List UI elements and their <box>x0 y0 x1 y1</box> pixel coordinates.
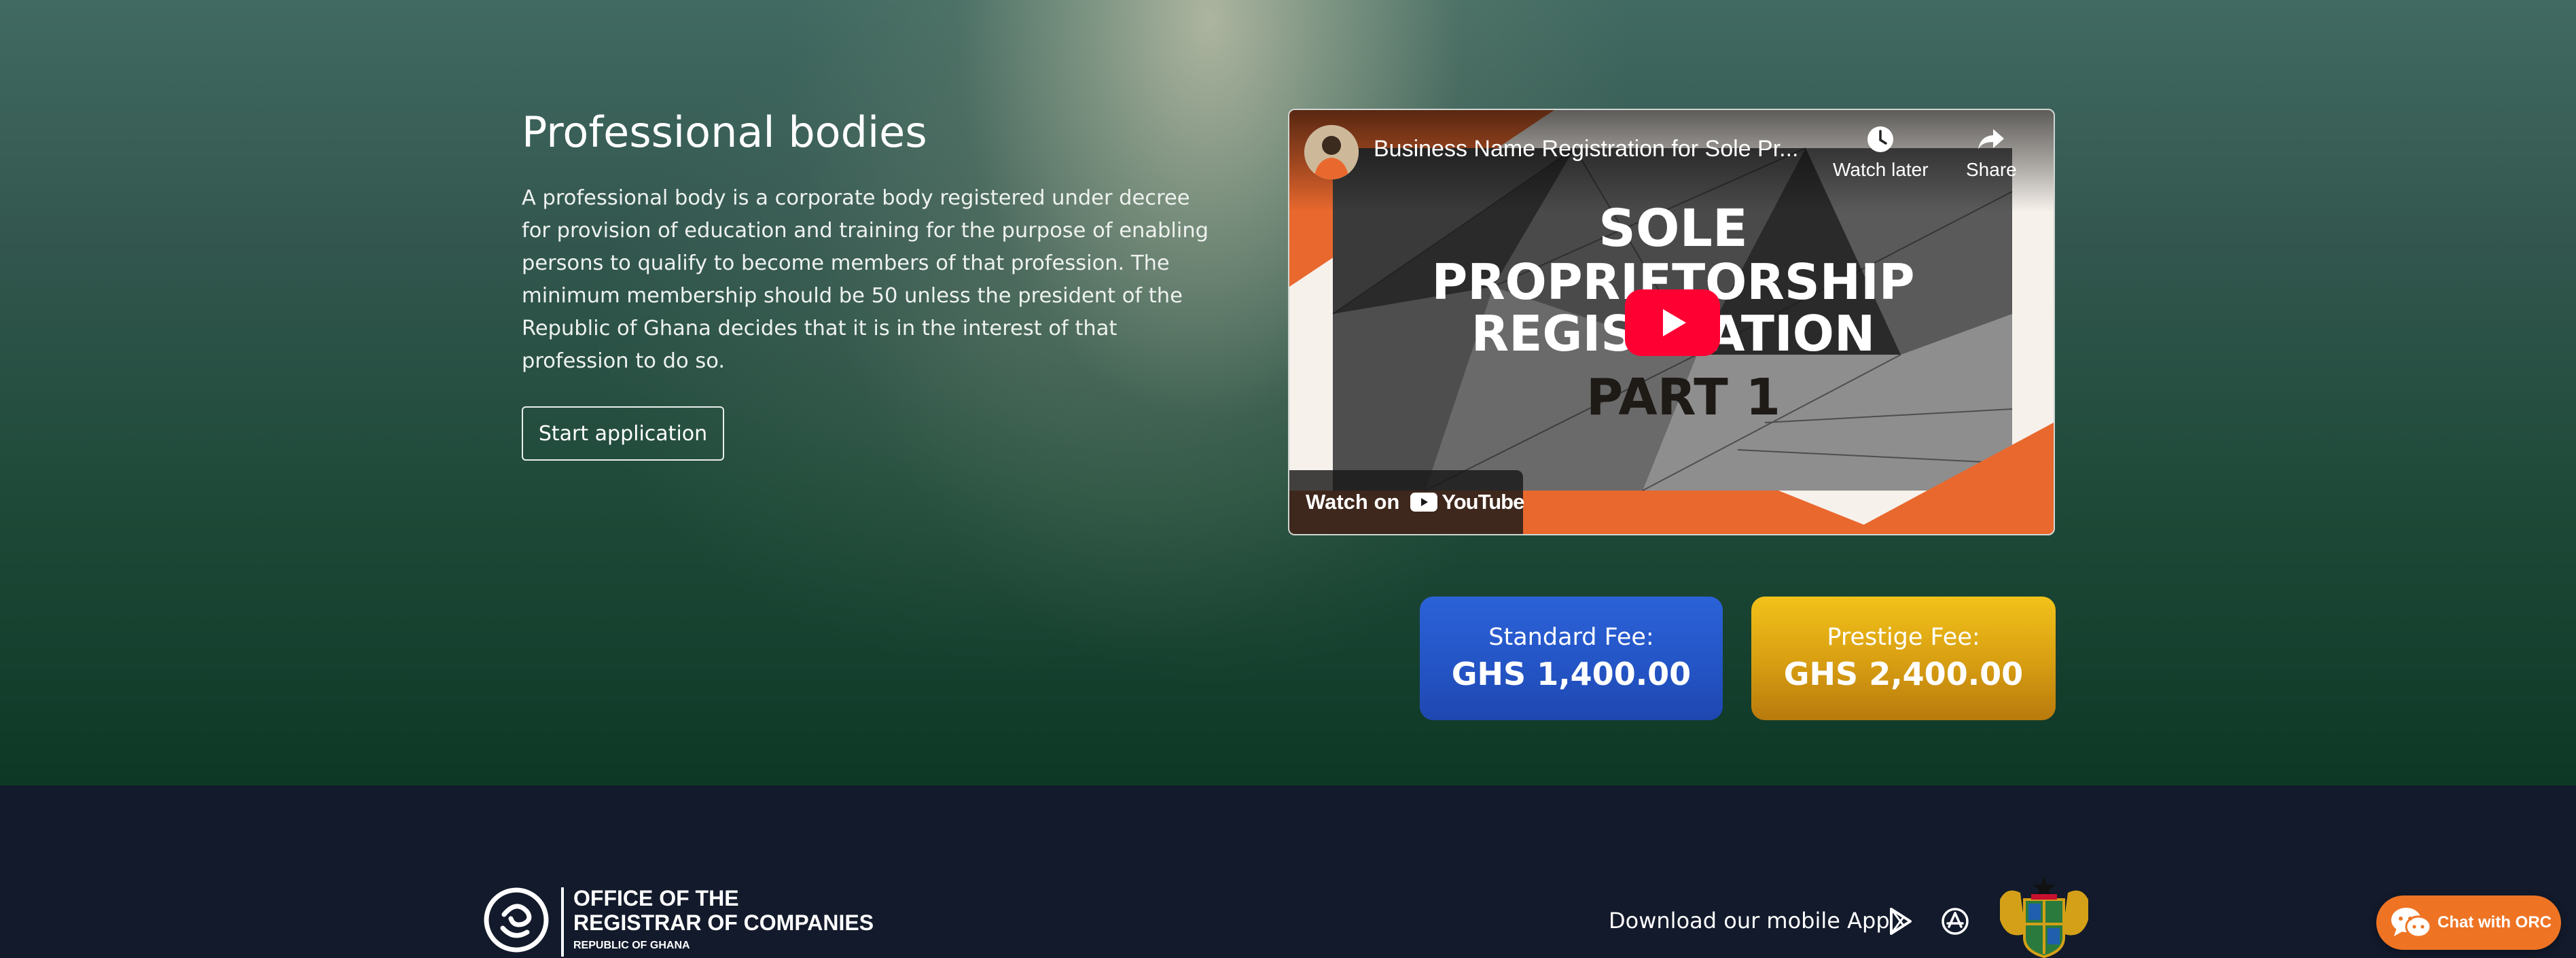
play-icon[interactable] <box>1625 289 1720 356</box>
watch-later-button[interactable]: Watch later <box>1833 124 1929 181</box>
prestige-fee-amount: GHS 2,400.00 <box>1783 656 2024 692</box>
video-title[interactable]: Business Name Registration for Sole Pr..… <box>1374 136 1836 162</box>
chat-icon <box>2391 908 2432 938</box>
watch-on-label: Watch on <box>1306 490 1400 514</box>
share-button[interactable]: Share <box>1966 124 2017 181</box>
page-title: Professional bodies <box>522 107 927 157</box>
ghana-coat-of-arms-icon <box>2000 876 2088 958</box>
prestige-fee-card: Prestige Fee: GHS 2,400.00 <box>1751 597 2056 720</box>
chat-with-orc-button[interactable]: Chat with ORC <box>2376 895 2561 950</box>
clock-icon <box>1867 126 1894 152</box>
standard-fee-label: Standard Fee: <box>1488 624 1654 651</box>
prestige-fee-label: Prestige Fee: <box>1827 624 1980 651</box>
orc-logo-icon[interactable] <box>484 887 549 953</box>
download-app-text: Download our mobile App <box>1609 908 1890 934</box>
app-store-icon[interactable] <box>1940 906 1970 936</box>
play-store-icon[interactable] <box>1886 906 1916 936</box>
hero-section: Professional bodies A professional body … <box>0 0 2576 785</box>
youtube-logo: YouTube <box>1410 490 1524 514</box>
standard-fee-card: Standard Fee: GHS 1,400.00 <box>1420 597 1723 720</box>
hero-description: A professional body is a corporate body … <box>522 186 1209 373</box>
thumbnail-text-4: PART 1 <box>1586 368 1781 427</box>
start-application-button[interactable]: Start application <box>522 406 724 461</box>
share-label: Share <box>1966 159 2017 180</box>
standard-fee-amount: GHS 1,400.00 <box>1451 656 1692 692</box>
chat-label: Chat with ORC <box>2437 913 2552 932</box>
youtube-wordmark: YouTube <box>1442 490 1524 514</box>
logo-text-line2: REGISTRAR OF COMPANIES <box>573 910 874 935</box>
watch-on-youtube-button[interactable]: Watch on YouTube <box>1289 470 1524 534</box>
logo-divider <box>561 887 564 957</box>
youtube-video-embed[interactable]: SOLE PROPRIETORSHIP REGISTRATION PART 1 … <box>1288 109 2055 535</box>
youtube-icon <box>1410 493 1438 512</box>
footer: OFFICE OF THE REGISTRAR OF COMPANIES REP… <box>0 785 2576 958</box>
share-icon <box>1978 129 2005 149</box>
watch-later-label: Watch later <box>1833 159 1929 180</box>
logo-text-line1: OFFICE OF THE <box>573 886 739 910</box>
logo-text-line3: REPUBLIC OF GHANA <box>573 940 690 951</box>
channel-avatar[interactable] <box>1304 125 1359 179</box>
